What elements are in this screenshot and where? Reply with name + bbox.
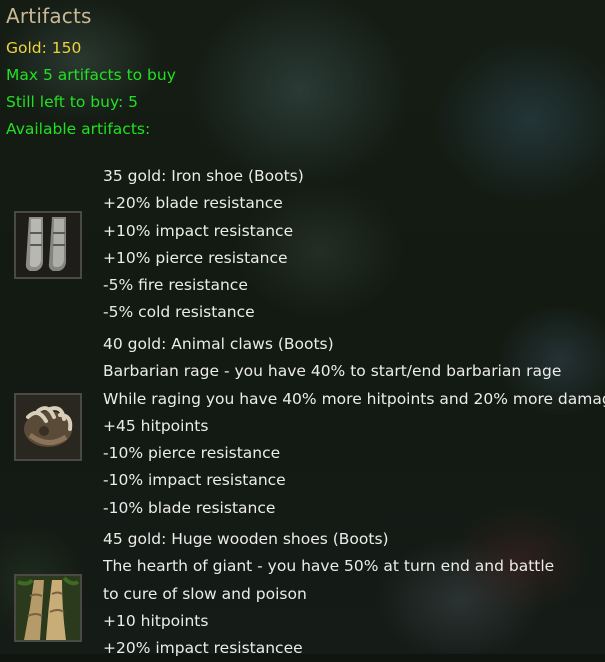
artifact-stat: -10% blade resistance	[103, 498, 276, 517]
max-artifacts-text: Max 5 artifacts to buy	[6, 66, 176, 84]
left-to-buy-text: Still left to buy: 5	[6, 93, 138, 111]
artifact-stat: +10% pierce resistance	[103, 248, 288, 267]
artifact-description: 35 gold: Iron shoe (Boots) +20% blade re…	[103, 163, 304, 327]
artifact-stat: -5% fire resistance	[103, 276, 248, 295]
artifact-stat: -10% impact resistance	[103, 471, 286, 490]
artifact-stat: The hearth of giant - you have 50% at tu…	[103, 557, 555, 576]
artifact-stat: +10 hitpoints	[103, 611, 209, 630]
artifact-stat: +45 hitpoints	[103, 416, 209, 435]
animal-claws-icon[interactable]	[14, 393, 82, 461]
artifact-stat: While raging you have 40% more hitpoints…	[103, 389, 605, 408]
artifact-stat: +20% blade resistance	[103, 194, 283, 213]
available-artifacts-label: Available artifacts:	[6, 120, 151, 138]
artifact-stat: +10% impact resistance	[103, 221, 294, 240]
artifact-stat: to cure of slow and poison	[103, 584, 307, 603]
iron-boots-icon[interactable]	[14, 211, 82, 279]
artifact-title: 45 gold: Huge wooden shoes (Boots)	[103, 530, 389, 548]
panel-title: Artifacts	[6, 4, 92, 28]
artifacts-panel: Artifacts Gold: 150 Max 5 artifacts to b…	[0, 0, 605, 657]
artifact-stat: Barbarian rage - you have 40% to start/e…	[103, 362, 562, 381]
artifact-title: 40 gold: Animal claws (Boots)	[103, 335, 334, 353]
wooden-shoes-icon[interactable]	[14, 574, 82, 642]
artifact-description: 40 gold: Animal claws (Boots) Barbarian …	[103, 331, 605, 522]
artifact-stat: -5% cold resistance	[103, 303, 255, 322]
artifact-title: 35 gold: Iron shoe (Boots)	[103, 167, 304, 185]
artifact-stat: -10% pierce resistance	[103, 444, 281, 463]
gold-amount: Gold: 150	[6, 39, 82, 57]
artifact-description: 45 gold: Huge wooden shoes (Boots) The h…	[103, 526, 554, 662]
artifact-stat: +20% impact resistancee	[103, 639, 303, 658]
